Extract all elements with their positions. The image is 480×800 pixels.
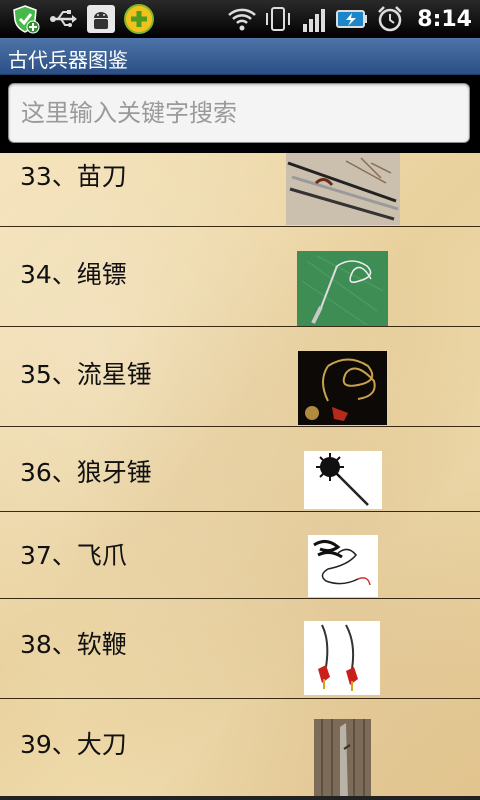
rope-dart-thumbnail xyxy=(297,251,388,326)
app-title-bar: 古代兵器图鉴 xyxy=(0,38,480,75)
status-clock: 8:14 xyxy=(417,6,472,32)
wifi-icon xyxy=(228,8,257,31)
bottom-edge xyxy=(0,796,480,800)
list-item-label: 33、苗刀 xyxy=(20,162,127,191)
app-plus-icon xyxy=(124,4,154,34)
list-item[interactable]: 36、狼牙锤 xyxy=(0,427,480,512)
list-item[interactable]: 37、飞爪 xyxy=(0,512,480,599)
list-item[interactable]: 34、绳镖 xyxy=(0,227,480,327)
list-item-label: 36、狼牙锤 xyxy=(20,458,152,487)
status-bar: 8:14 xyxy=(0,0,480,38)
spiked-mace-thumbnail xyxy=(304,451,382,509)
battery-charging-icon xyxy=(336,10,368,28)
list-item-label: 35、流星锤 xyxy=(20,360,152,389)
android-debug-icon xyxy=(87,5,115,33)
list-item[interactable]: 38、软鞭 xyxy=(0,599,480,699)
list-item[interactable]: 35、流星锤 xyxy=(0,327,480,427)
list-item[interactable]: 33、苗刀 xyxy=(0,153,480,227)
soft-whip-thumbnail xyxy=(304,621,380,695)
list-item-label: 39、大刀 xyxy=(20,730,127,759)
search-input[interactable] xyxy=(8,83,470,143)
weapon-list[interactable]: 33、苗刀 34、绳镖 35、流星锤 36、狼牙锤 37、飞爪 38、软鞭 39… xyxy=(0,153,480,800)
search-bar xyxy=(0,75,480,153)
list-item[interactable]: 39、大刀 xyxy=(0,699,480,800)
shield-add-icon xyxy=(13,5,40,34)
usb-icon xyxy=(50,10,77,27)
great-saber-thumbnail xyxy=(314,719,371,800)
list-item-label: 34、绳镖 xyxy=(20,260,127,289)
alarm-icon xyxy=(378,6,403,32)
miao-dao-thumbnail xyxy=(286,153,400,225)
flying-claw-thumbnail xyxy=(308,535,378,597)
app-title: 古代兵器图鉴 xyxy=(8,48,128,72)
signal-icon xyxy=(303,9,326,32)
meteor-hammer-thumbnail xyxy=(298,351,387,425)
list-item-label: 38、软鞭 xyxy=(20,630,127,659)
list-item-label: 37、飞爪 xyxy=(20,541,127,570)
vibrate-icon xyxy=(266,7,291,31)
